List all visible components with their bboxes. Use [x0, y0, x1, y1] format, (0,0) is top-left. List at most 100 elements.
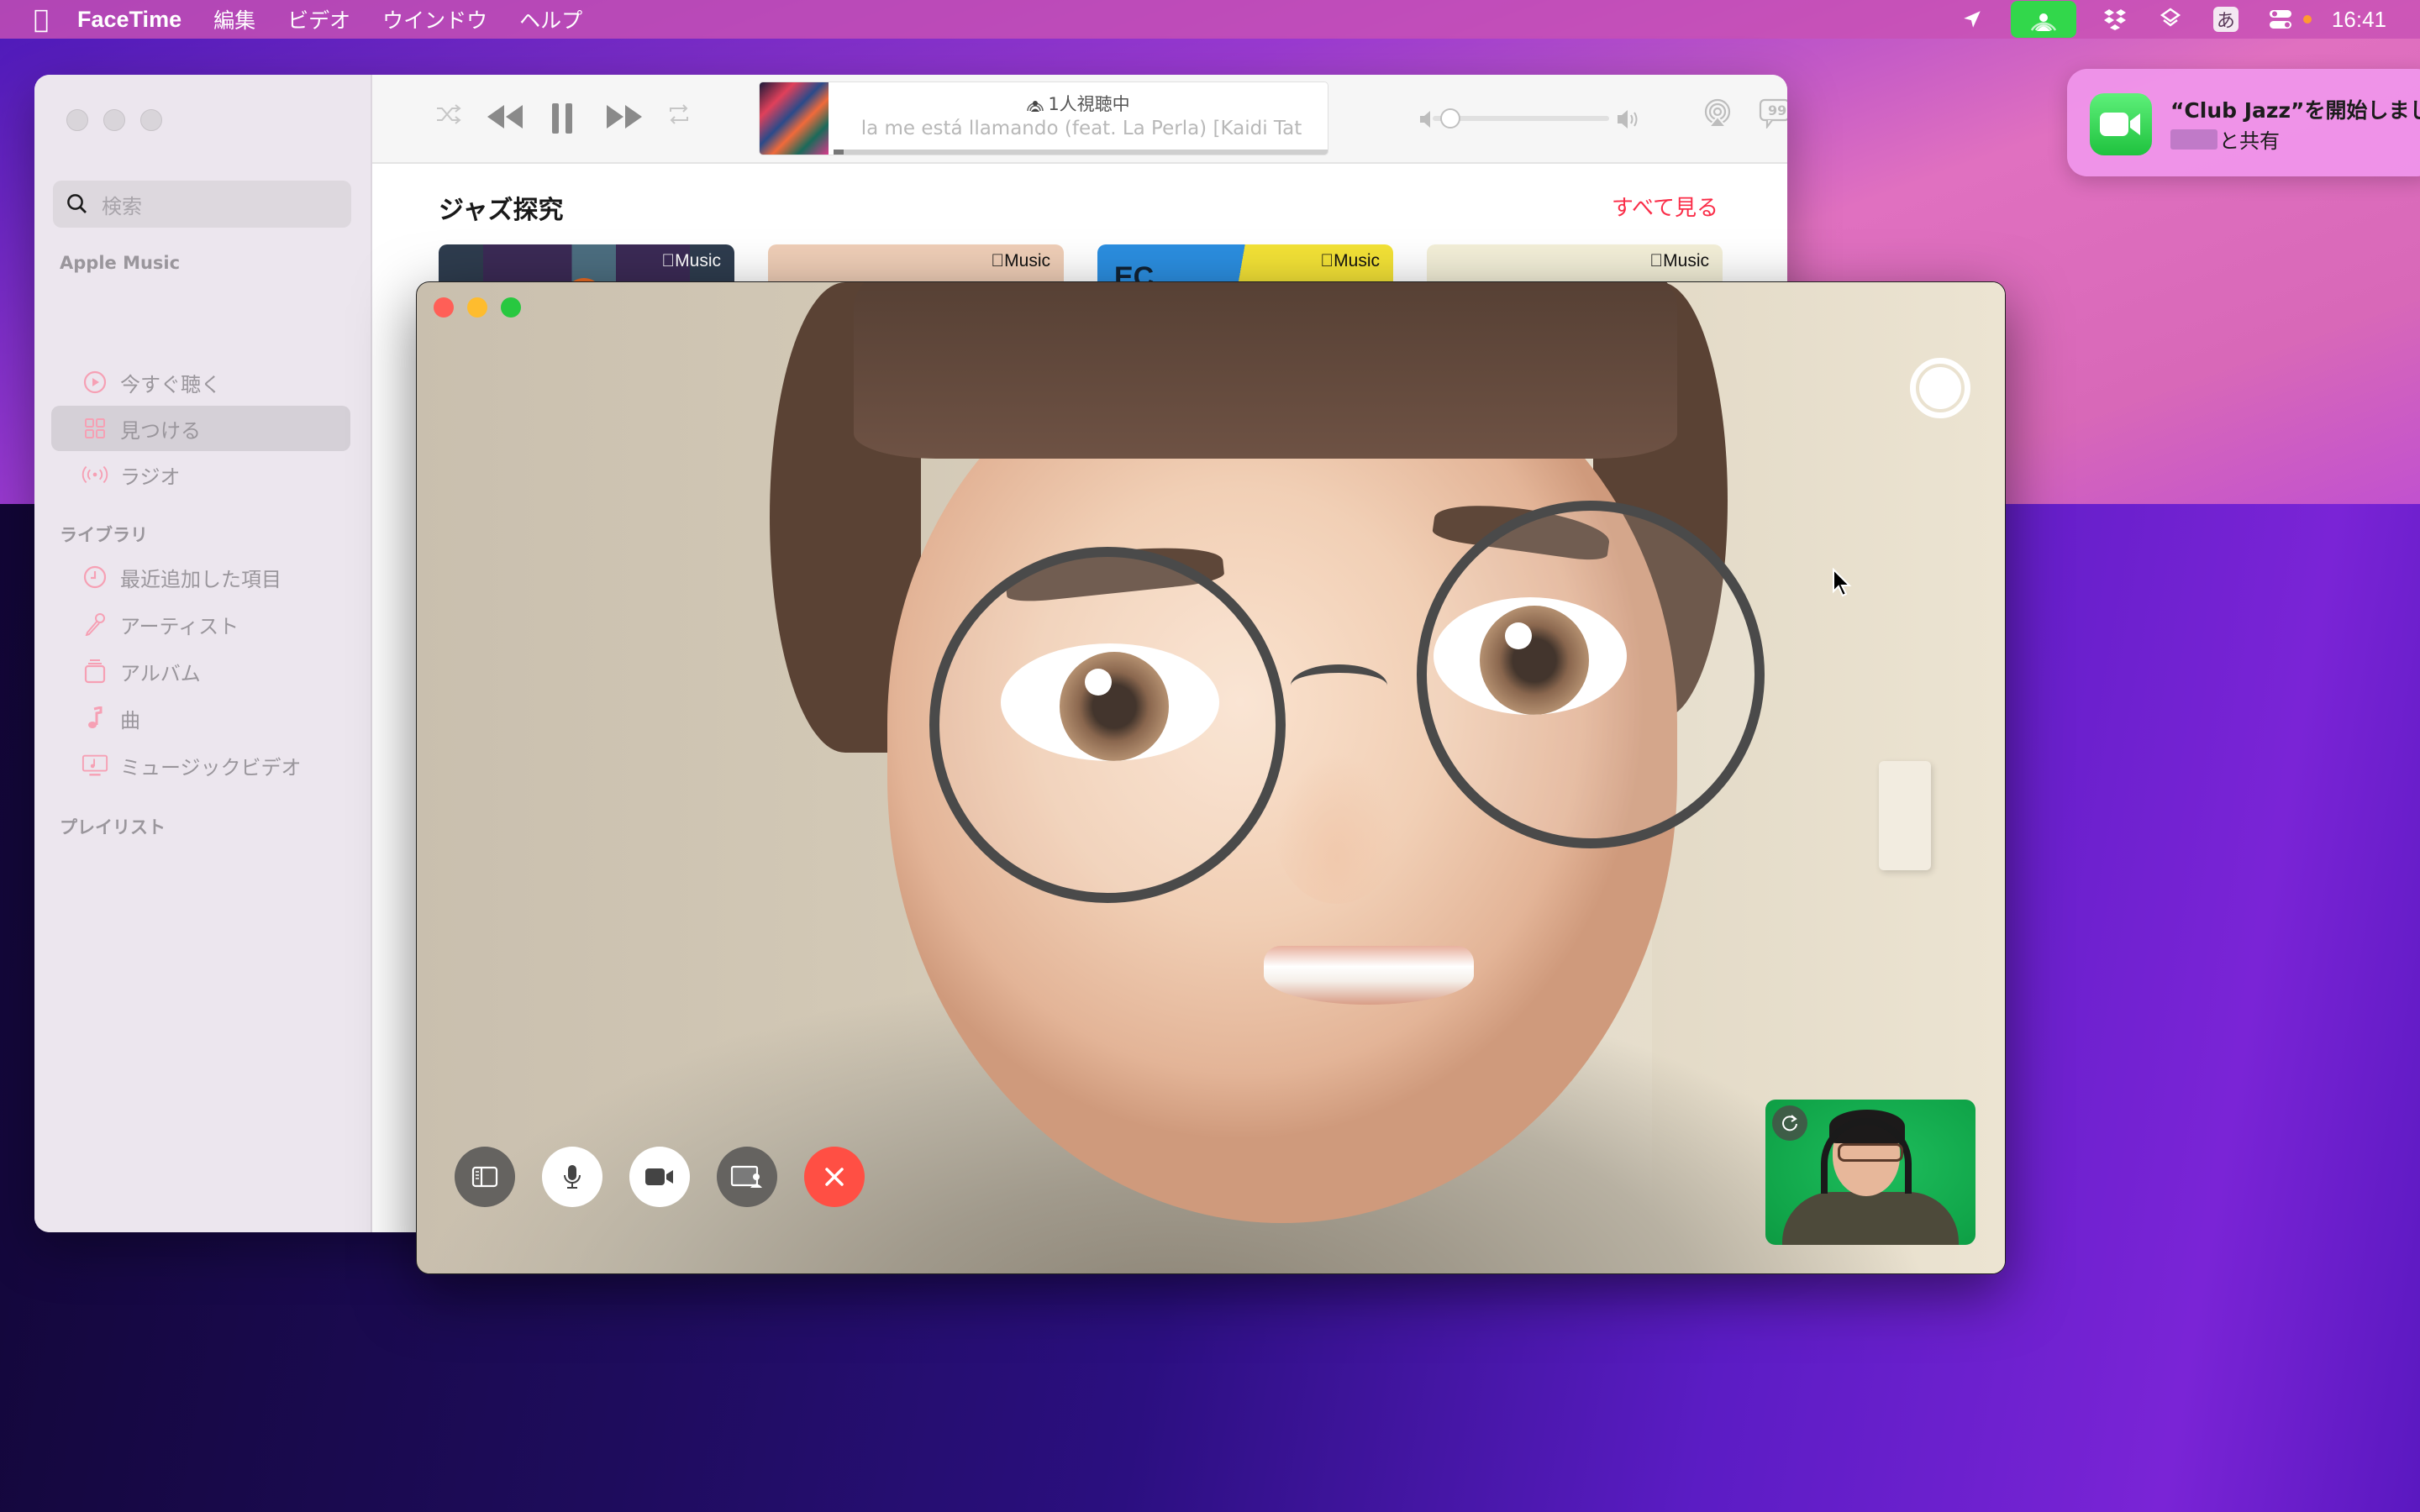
video-wall-switch — [1879, 761, 1931, 870]
now-playing-song: la me está llamando (feat. La Perla) [Ka… — [860, 118, 1302, 139]
memoji-glasses-bridge — [1291, 664, 1387, 706]
minimize-button[interactable] — [103, 109, 125, 131]
input-method-icon[interactable]: あ — [2209, 3, 2243, 36]
music-sidebar: 検索 Apple Music 今すぐ聴く 見つける ラジオ ライブラリ 最近追加… — [34, 75, 372, 1232]
menu-bar:  FaceTime 編集 ビデオ ウインドウ ヘルプ あ 16:41 — [0, 0, 2420, 39]
playback-progress[interactable] — [834, 150, 1328, 155]
apple-music-badge: Music — [991, 251, 1050, 270]
menu-window[interactable]: ウインドウ — [382, 4, 487, 34]
self-view-glasses — [1838, 1143, 1903, 1162]
volume-slider[interactable] — [1433, 108, 1609, 129]
location-arrow-icon[interactable] — [1955, 3, 1989, 36]
notification-subtitle: と共有 — [2170, 124, 2280, 154]
memoji-nose — [1274, 753, 1400, 904]
sidebar-item-albums[interactable]: アルバム — [51, 648, 350, 694]
radio-waves-icon — [82, 461, 108, 488]
dropbox-icon[interactable] — [2098, 3, 2132, 36]
playback-progress-fill — [834, 150, 844, 155]
facetime-window-controls — [434, 297, 521, 318]
control-center-icon[interactable] — [2265, 3, 2298, 36]
rotate-icon — [1782, 1115, 1797, 1131]
apple-music-badge: Music — [661, 251, 721, 270]
pause-button[interactable] — [550, 102, 574, 135]
sidebar-item-recently-added[interactable]: 最近追加した項目 — [51, 554, 350, 600]
sidebar-item-browse[interactable]: 見つける — [51, 406, 350, 451]
facetime-window — [416, 281, 2006, 1274]
sidebar-item-radio[interactable]: ラジオ — [51, 452, 350, 497]
memoji-mouth — [1264, 946, 1474, 1005]
recording-indicator-dot — [2302, 15, 2312, 24]
video-camera-icon — [645, 1168, 673, 1185]
menu-help[interactable]: ヘルプ — [519, 4, 582, 34]
layers-icon[interactable] — [2154, 3, 2187, 36]
notification-banner[interactable]: “Club Jazz”を開始しました と共有 — [2067, 69, 2420, 176]
rotate-camera-button[interactable] — [1772, 1105, 1807, 1141]
memoji-hair-top — [854, 282, 1677, 459]
play-circle-icon — [82, 369, 108, 396]
menu-video[interactable]: ビデオ — [287, 4, 350, 34]
apple-logo-icon[interactable]:  — [34, 5, 49, 34]
next-button[interactable] — [603, 102, 644, 132]
sidebar-item-artists[interactable]: アーティスト — [51, 601, 350, 647]
sidebar-toggle-button[interactable] — [455, 1147, 515, 1207]
volume-knob[interactable] — [1440, 108, 1461, 129]
menu-edit[interactable]: 編集 — [213, 4, 255, 34]
minimize-button[interactable] — [467, 297, 487, 318]
see-all-link[interactable]: すべて見る — [1612, 191, 1718, 222]
repeat-button[interactable] — [666, 102, 692, 127]
close-button[interactable] — [434, 297, 454, 318]
sidebar-icon — [471, 1166, 498, 1188]
live-photo-shutter-button[interactable] — [1910, 358, 1970, 418]
end-call-button[interactable] — [804, 1147, 865, 1207]
section-playlists: プレイリスト — [60, 817, 166, 837]
previous-button[interactable] — [486, 102, 526, 132]
sidebar-item-songs[interactable]: 曲 — [51, 696, 350, 741]
section-apple-music: Apple Music — [60, 253, 181, 273]
section-library: ライブラリ — [60, 525, 148, 545]
redacted-name — [2170, 129, 2217, 150]
album-artwork[interactable] — [760, 82, 829, 155]
search-input[interactable]: 検索 — [53, 181, 351, 228]
share-screen-button[interactable] — [717, 1147, 777, 1207]
menu-clock[interactable]: 16:41 — [2332, 7, 2386, 33]
search-placeholder: 検索 — [102, 194, 142, 218]
screen-share-icon — [730, 1165, 762, 1188]
shareplay-icon — [1027, 101, 1044, 112]
shareplay-icon[interactable] — [2010, 1, 2076, 38]
microphone-icon — [564, 1165, 581, 1189]
grid-icon — [82, 415, 108, 442]
shareplay-listener-count: 1人視聴中 — [829, 91, 1328, 116]
shuffle-button[interactable] — [435, 102, 464, 127]
section-title: ジャズ探究 — [439, 196, 564, 225]
zoom-button[interactable] — [140, 109, 162, 131]
now-playing-display[interactable]: 1人視聴中 la me está llamando (feat. La Perl… — [759, 81, 1328, 155]
mute-button[interactable] — [542, 1147, 602, 1207]
call-controls — [455, 1147, 865, 1207]
music-window-controls — [66, 109, 162, 131]
svg-text:99: 99 — [1768, 102, 1786, 118]
lyrics-button[interactable]: 99 — [1759, 98, 1787, 129]
volume-high-icon — [1618, 110, 1638, 129]
airplay-button[interactable] — [1702, 98, 1733, 129]
search-icon — [67, 194, 87, 213]
clock-icon — [82, 564, 108, 591]
apple-music-badge: Music — [1649, 251, 1709, 270]
memoji-glasses-right-lens — [1417, 501, 1765, 848]
music-note-icon — [82, 705, 108, 732]
microphone-icon — [82, 611, 108, 638]
zoom-button[interactable] — [501, 297, 521, 318]
mouse-cursor-icon — [1833, 568, 1852, 597]
camera-button[interactable] — [629, 1147, 690, 1207]
sidebar-item-listen-now[interactable]: 今すぐ聴く — [51, 360, 350, 405]
status-area: あ 16:41 — [1933, 0, 2420, 39]
memoji-glasses-left-lens — [929, 547, 1286, 903]
close-button[interactable] — [66, 109, 88, 131]
self-view-person — [1782, 1192, 1959, 1245]
notification-title: “Club Jazz”を開始しました — [2170, 98, 2420, 123]
music-toolbar: 1人視聴中 la me está llamando (feat. La Perl… — [372, 75, 1787, 164]
self-view-video[interactable] — [1765, 1100, 1975, 1245]
apple-music-badge: Music — [1320, 251, 1380, 270]
music-video-icon — [82, 752, 108, 779]
menu-app-name[interactable]: FaceTime — [77, 7, 182, 33]
sidebar-item-music-videos[interactable]: ミュージックビデオ — [51, 743, 350, 788]
